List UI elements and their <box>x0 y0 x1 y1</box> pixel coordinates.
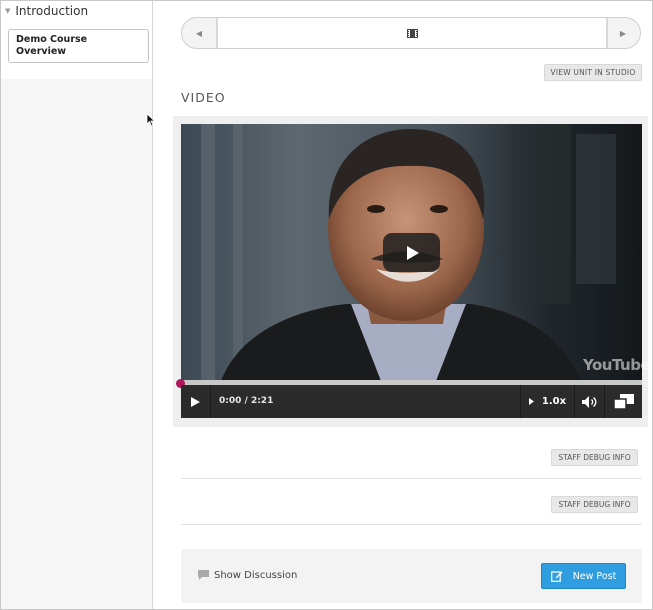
triangle-right-icon: ▶ <box>619 28 627 38</box>
play-icon <box>191 396 200 407</box>
playback-speed-button[interactable]: 1.0x <box>520 385 575 418</box>
previous-unit-button[interactable]: ◀ <box>182 18 216 48</box>
divider <box>181 524 642 525</box>
show-discussion-toggle[interactable]: Show Discussion <box>197 569 297 581</box>
new-post-button[interactable]: New Post <box>541 563 626 589</box>
play-icon <box>406 245 419 260</box>
volume-button[interactable] <box>575 385 605 418</box>
fullscreen-button[interactable] <box>605 385 642 418</box>
fullscreen-icon <box>613 394 634 409</box>
new-post-label: New Post <box>572 570 617 582</box>
play-pause-button[interactable] <box>181 385 211 418</box>
play-video-button[interactable] <box>383 233 440 272</box>
caret-down-icon: ▼ <box>5 7 11 15</box>
sidebar-item-demo-course-overview[interactable]: Demo Course Overview <box>8 29 149 63</box>
show-discussion-label: Show Discussion <box>214 569 298 581</box>
course-navigation-sidebar: ▼ Introduction Demo Course Overview <box>1 1 153 609</box>
sequence-navigation: ◀ ▶ <box>181 17 641 49</box>
triangle-right-icon <box>528 398 534 405</box>
edit-icon <box>550 571 563 582</box>
video-heading: VIDEO <box>181 90 226 105</box>
triangle-left-icon: ◀ <box>195 28 203 38</box>
next-unit-button[interactable]: ▶ <box>606 18 640 48</box>
video-time-display: 0:00 / 2:21 <box>219 396 274 406</box>
speech-bubble-icon <box>198 570 209 580</box>
divider <box>181 478 642 479</box>
volume-icon <box>581 395 596 408</box>
chapter-toggle[interactable]: ▼ Introduction <box>5 4 88 18</box>
video-control-bar: 0:00 / 2:21 1.0x <box>181 385 642 418</box>
staff-debug-info-button[interactable]: STAFF DEBUG INFO <box>551 449 638 466</box>
unit-tab-video[interactable] <box>216 18 608 48</box>
staff-debug-info-button[interactable]: STAFF DEBUG INFO <box>551 496 638 513</box>
playback-speed-value: 1.0x <box>541 396 567 407</box>
youtube-logo: YouTube <box>583 356 651 374</box>
view-unit-in-studio-button[interactable]: VIEW UNIT IN STUDIO <box>544 64 642 81</box>
section-title-line-1: Demo Course <box>16 34 88 45</box>
film-icon <box>406 28 418 38</box>
mouse-cursor-icon <box>146 113 156 127</box>
chapter-title: Introduction <box>15 4 89 18</box>
section-title-line-2: Overview <box>16 46 67 57</box>
